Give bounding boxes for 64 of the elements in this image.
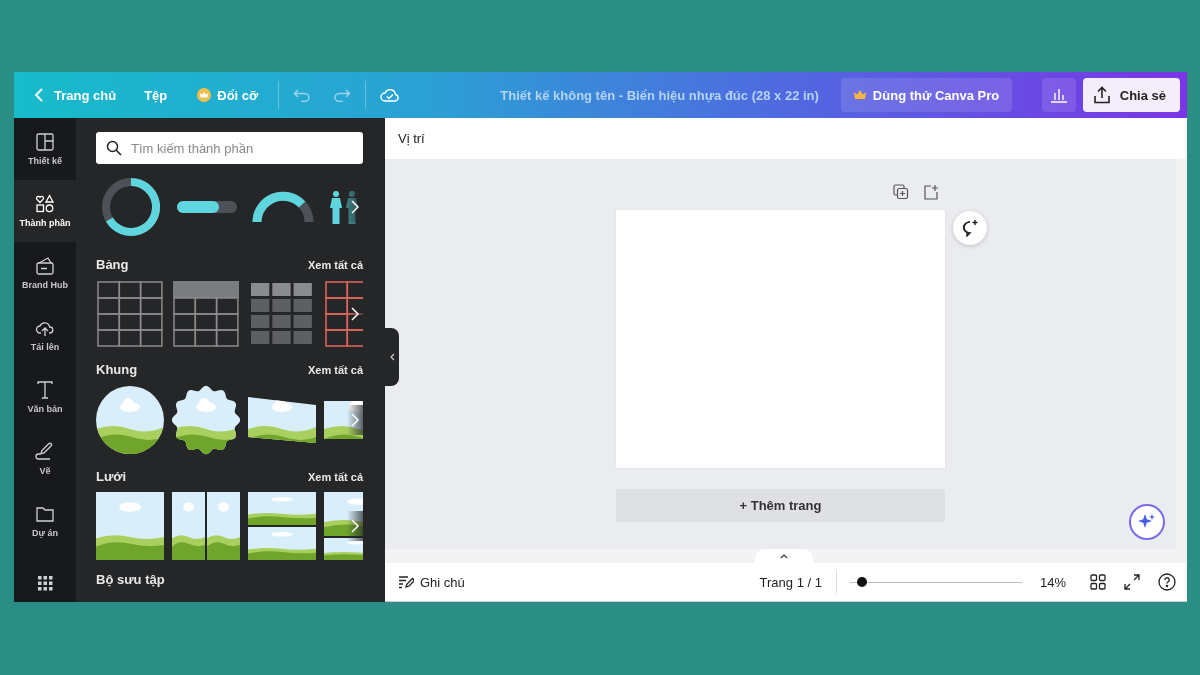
chevron-right-icon [351,200,359,214]
crown-icon [853,90,866,100]
bar-chart-icon [1049,87,1068,103]
donut-chart-thumbnail[interactable] [100,177,162,237]
sidebar-item[interactable]: Thiết kế [14,118,76,180]
see-all-link[interactable]: Xem tất cả [307,259,363,271]
sidebar-icon [35,194,55,214]
section-title: Bộ sưu tập [96,572,165,587]
section-title: Bảng [96,257,129,272]
see-all-link[interactable]: Xem tất cả [307,471,363,483]
sidebar-icon [35,573,55,593]
comment-icon [961,219,979,237]
zoom-percentage: 14% [1039,574,1066,590]
sidebar-icon [35,256,55,276]
horizontal-scrollbar[interactable] [385,549,1187,563]
chevron-left-icon [389,353,395,361]
cloud-check-icon[interactable] [380,87,401,103]
duplicate-page-icon[interactable] [893,184,909,200]
sidebar-item[interactable]: Thành phần [14,180,76,242]
fullscreen-icon[interactable] [1124,574,1140,590]
sidebar-item[interactable]: Tải lên [14,304,76,366]
add-comment-button[interactable] [953,211,987,245]
upload-icon [1092,86,1111,104]
search-icon [106,140,122,156]
section-title: Khung [96,362,138,377]
gauge-thumbnail[interactable] [252,191,314,223]
progress-bar-thumbnail[interactable] [176,200,238,214]
vertical-scrollbar[interactable] [1176,159,1187,549]
position-button[interactable]: Vị trí [398,131,425,146]
chevron-right-icon [351,519,359,533]
notes-icon [398,575,414,589]
sidebar-icon [35,504,55,524]
page-indicator[interactable]: Trang 1 / 1 [759,574,822,590]
sidebar-icon [35,132,55,152]
search-field[interactable]: Tìm kiếm thành phần [96,132,363,164]
help-icon[interactable] [1158,573,1176,591]
collapse-panel-button[interactable] [385,328,399,386]
next-arrow-button[interactable] [347,299,363,329]
add-page-icon[interactable] [923,184,939,200]
grid-view-icon[interactable] [1090,574,1106,590]
sidebar-item[interactable]: Brand Hub [14,242,76,304]
table-thumbnail[interactable] [172,280,240,348]
next-arrow-button[interactable] [347,405,363,435]
document-title: Thiết kế không tên - Biển hiệu nhựa đúc (28 x 22 in) [500,87,819,103]
try-pro-button[interactable]: Dùng thử Canva Pro [840,78,1013,112]
next-arrow-button[interactable] [347,511,363,541]
sidebar-icon [35,380,55,400]
magic-button[interactable] [1129,504,1165,540]
chevron-right-icon [351,413,359,427]
see-all-link[interactable]: Xem tất cả [307,364,363,376]
sidebar-icon [35,442,55,462]
crown-icon [197,88,212,102]
sidebar-item[interactable]: Văn bản [14,366,76,428]
chevron-right-icon [351,307,359,321]
table-thumbnail[interactable] [96,280,164,348]
section-title: Lưới [96,469,127,484]
chevron-up-icon [780,553,788,559]
sidebar-item[interactable]: Vẽ [14,428,76,490]
notes-button[interactable]: Ghi chú [398,574,465,590]
insights-button[interactable] [1041,78,1076,112]
share-button[interactable]: Chia sẻ [1082,78,1180,112]
back-icon [34,87,44,103]
sidebar-item[interactable]: Dự án [14,490,76,552]
add-page-button[interactable]: + Thêm trang [616,489,945,522]
